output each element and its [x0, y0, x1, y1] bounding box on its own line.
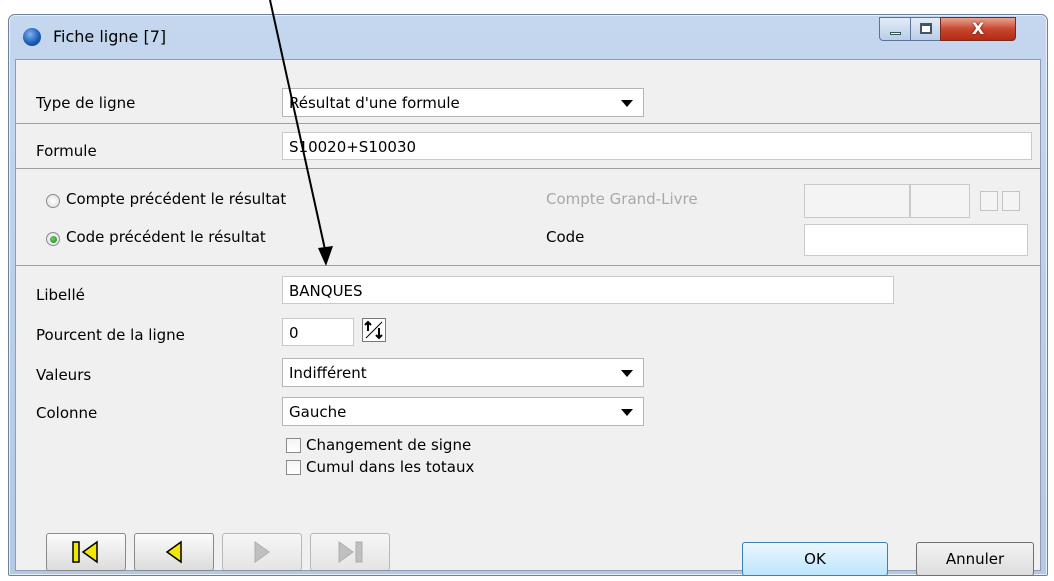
next-record-icon: [254, 541, 270, 563]
close-icon: X: [971, 19, 985, 38]
type-select[interactable]: Résultat d'une formule: [282, 88, 644, 117]
divider: [16, 168, 1040, 169]
type-select-value: Résultat d'une formule: [289, 94, 460, 112]
chk-cumul-label: Cumul dans les totaux: [306, 458, 475, 476]
radio-code-label: Code précédent le résultat: [66, 228, 266, 246]
colonne-select[interactable]: Gauche: [282, 397, 644, 426]
valeurs-select[interactable]: Indifférent: [282, 358, 644, 387]
minimize-button[interactable]: [879, 17, 911, 41]
last-record-button[interactable]: [310, 533, 390, 571]
dropdown-icon[interactable]: [980, 191, 998, 211]
radio-compte-label: Compte précédent le résultat: [66, 190, 287, 208]
libelle-input[interactable]: BANQUES: [282, 276, 894, 304]
colonne-select-value: Gauche: [289, 403, 347, 421]
last-record-icon: [338, 541, 363, 563]
compte-gl-label: Compte Grand-Livre: [546, 190, 698, 208]
chk-cumul[interactable]: [286, 460, 301, 475]
dialog-body: Type de ligne Résultat d'une formule For…: [15, 59, 1041, 576]
previous-record-icon: [165, 540, 182, 564]
code-input[interactable]: [804, 224, 1028, 256]
chevron-down-icon: [621, 100, 633, 107]
radio-compte[interactable]: [46, 194, 60, 208]
compte-gl-aux-input[interactable]: [910, 184, 970, 218]
chk-signe-label: Changement de signe: [306, 436, 472, 454]
dialog-window: Fiche ligne [7] X Type de ligne Résultat…: [8, 14, 1048, 576]
maximize-button[interactable]: [910, 17, 941, 41]
first-record-button[interactable]: [46, 533, 126, 571]
window-title: Fiche ligne [7]: [53, 27, 167, 46]
type-label: Type de ligne: [36, 94, 136, 112]
code-label: Code: [546, 228, 585, 246]
colonne-label: Colonne: [36, 404, 98, 422]
compte-gl-input[interactable]: [804, 184, 910, 218]
libelle-label: Libellé: [36, 286, 85, 304]
pourcent-input[interactable]: 0: [282, 318, 354, 346]
divider: [16, 123, 1040, 124]
radio-code[interactable]: [46, 232, 60, 246]
chevron-down-icon: [621, 409, 633, 416]
valeurs-label: Valeurs: [36, 366, 92, 384]
pourcent-label: Pourcent de la ligne: [36, 326, 185, 344]
formule-label: Formule: [36, 142, 97, 160]
valeurs-select-value: Indifférent: [289, 364, 367, 382]
app-icon: [23, 28, 41, 46]
spin-icon[interactable]: [362, 318, 386, 342]
first-record-icon: [72, 540, 98, 564]
title-bar[interactable]: Fiche ligne [7] X: [9, 15, 1047, 59]
ok-button[interactable]: OK: [742, 542, 888, 576]
formule-input[interactable]: S10020+S10030: [282, 132, 1032, 160]
chevron-down-icon: [621, 370, 633, 377]
cancel-button[interactable]: Annuler: [916, 542, 1034, 576]
divider: [16, 265, 1040, 266]
close-button[interactable]: X: [940, 17, 1016, 41]
next-record-button[interactable]: [222, 533, 302, 571]
help-icon[interactable]: [1002, 191, 1020, 211]
previous-record-button[interactable]: [134, 533, 214, 571]
chk-signe[interactable]: [286, 438, 301, 453]
